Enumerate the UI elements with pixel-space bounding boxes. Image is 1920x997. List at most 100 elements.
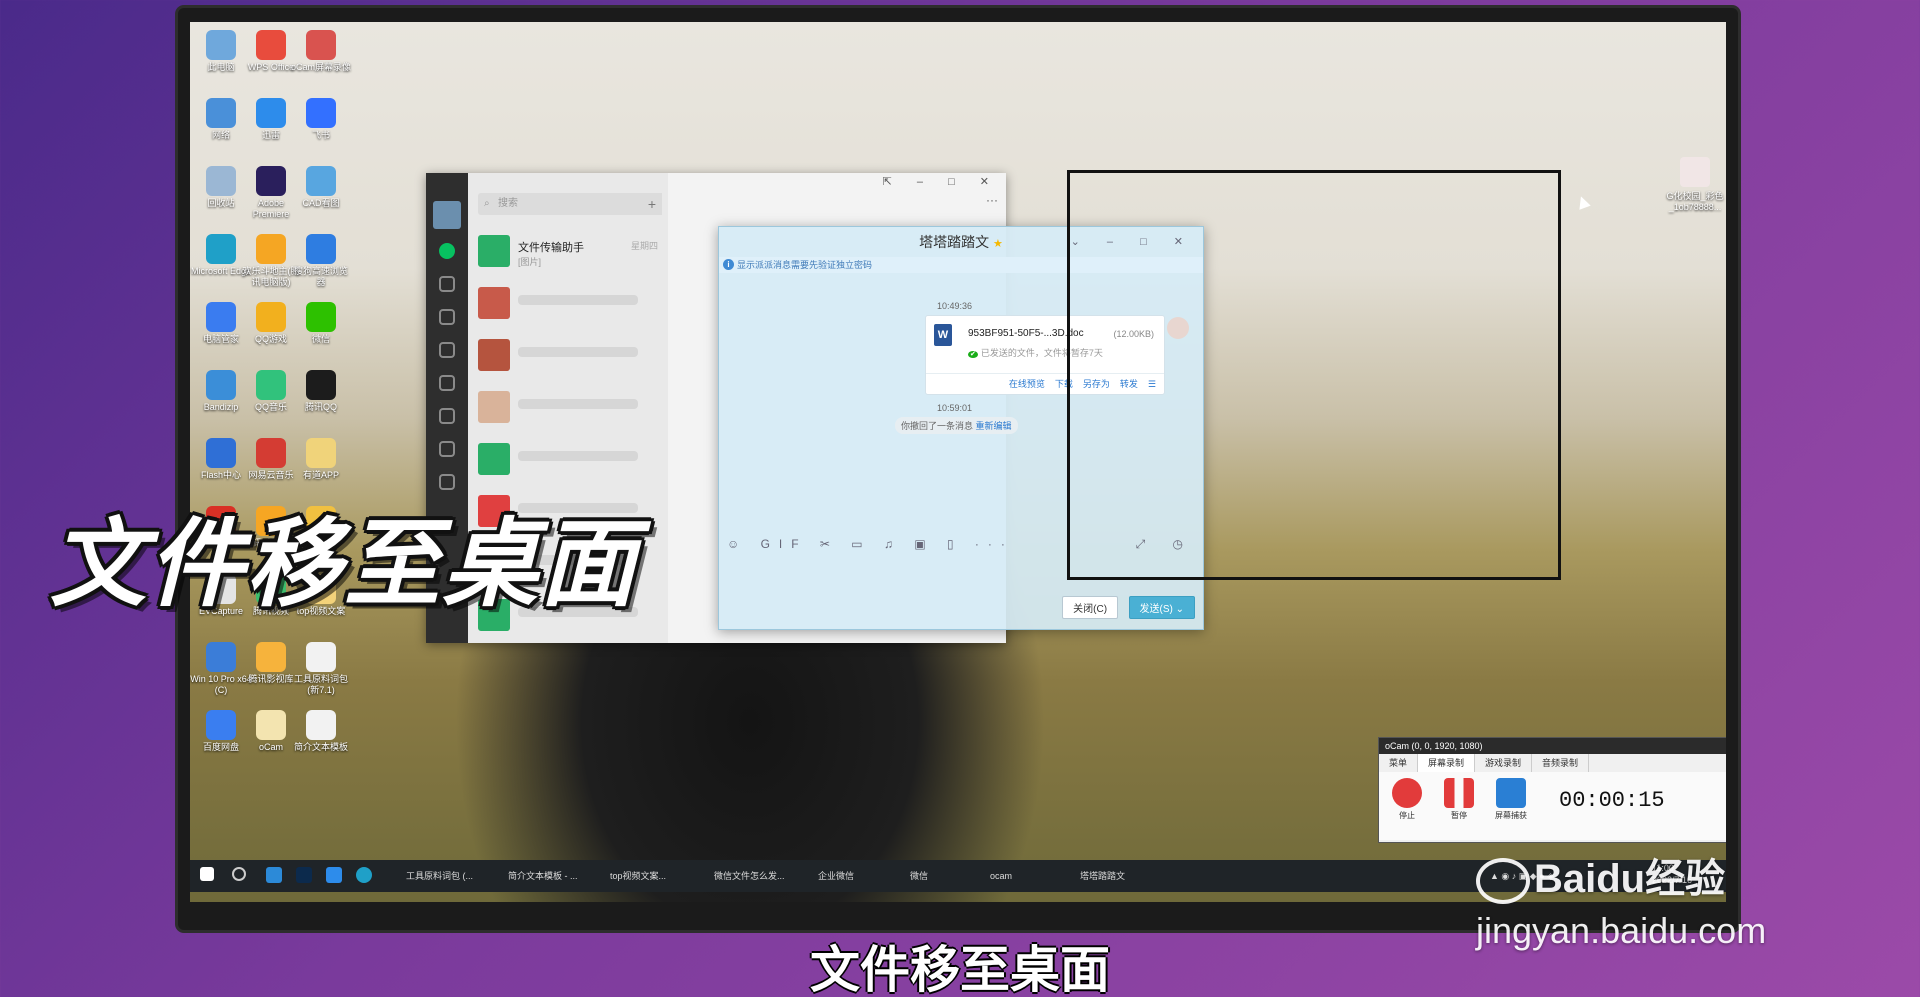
edge-icon[interactable]: [356, 867, 372, 883]
desktop-icon[interactable]: oCam屏幕录像: [290, 30, 352, 73]
mini-program-icon[interactable]: [439, 408, 455, 424]
app-icon: [306, 166, 336, 196]
send-button[interactable]: 发送(S) ⌄: [1128, 596, 1195, 619]
stop-button[interactable]: 停止: [1387, 778, 1427, 821]
avatar[interactable]: [433, 201, 461, 229]
overlay-title: 文件移至桌面: [50, 508, 638, 620]
chat-title: 塔塔踏踏文: [919, 234, 990, 250]
taskbar-app-item[interactable]: ocam: [990, 866, 1012, 886]
desktop-icon-label: 百度网盘: [202, 742, 239, 752]
chat-icon[interactable]: [439, 243, 455, 259]
recall-text: 你撤回了一条消息: [901, 421, 974, 431]
desktop-icon-label: 简介文本模板: [293, 742, 348, 752]
search-icon[interactable]: [232, 867, 246, 881]
desktop-screen: 此电脑 WPS Office oCam屏幕录像 网络 迅雷 飞书 回收站 Adobe Prem…: [190, 22, 1726, 902]
file-action-link[interactable]: 在线预览: [1009, 379, 1045, 389]
ocam-tab[interactable]: 屏幕录制: [1418, 754, 1476, 772]
desktop-icon[interactable]: CAD看图: [290, 166, 352, 209]
watermark-brand-text: Baidu经验: [1534, 857, 1726, 901]
photoshop-icon[interactable]: [296, 867, 312, 883]
chat-preview: [图片]: [518, 257, 542, 267]
chat-time: 星期四: [630, 241, 658, 251]
moments-icon[interactable]: [439, 375, 455, 391]
taskbar-app-item[interactable]: 工具原料词包 (...: [406, 866, 473, 886]
app-icon: [306, 642, 336, 672]
desktop-icon[interactable]: 飞书: [290, 98, 352, 141]
blurred-chat-name: [518, 451, 638, 461]
search-input[interactable]: 搜索: [478, 193, 658, 215]
window-controls[interactable]: ⇱ – □ ✕: [883, 175, 1000, 188]
ocam-tab[interactable]: 音频录制: [1532, 754, 1590, 772]
taskbar-app-item[interactable]: top视频文案...: [610, 866, 666, 886]
pause-button[interactable]: 暂停: [1439, 778, 1479, 821]
desktop-icon[interactable]: 搜狗高速浏览器: [290, 234, 352, 288]
taskbar-app-item[interactable]: 微信: [910, 866, 928, 886]
recording-region-frame[interactable]: [1067, 170, 1561, 580]
desktop-icon-grid: 此电脑 WPS Office oCam屏幕录像 网络 迅雷 飞书 回收站 Adobe Prem…: [190, 22, 390, 842]
desktop-icon-label: 腾讯影视库: [248, 674, 294, 684]
task-view-icon[interactable]: [266, 867, 282, 883]
pause-label: 暂停: [1451, 811, 1467, 820]
chat-list-item[interactable]: [468, 381, 668, 433]
baidu-paw-icon: [1476, 858, 1530, 905]
desktop-icon-right[interactable]: G化校园_彩色_1ob78888...: [1660, 157, 1726, 212]
chat-list-item[interactable]: [468, 329, 668, 381]
app-icon: [206, 234, 236, 264]
re-edit-link[interactable]: 重新编辑: [976, 421, 1012, 431]
pause-icon: [1444, 778, 1474, 808]
desktop-icon[interactable]: 微信: [290, 302, 352, 345]
recording-time: 00:00:15: [1559, 788, 1665, 813]
avatar: [478, 339, 510, 371]
watermark-url: jingyan.baidu.com: [1476, 910, 1767, 951]
avatar: [478, 443, 510, 475]
close-button[interactable]: 关闭(C): [1062, 596, 1119, 619]
desktop-icon[interactable]: 腾讯QQ: [290, 370, 352, 413]
app-icon: [256, 438, 286, 468]
ocam-tabs: 菜单 屏幕录制 游戏录制 音频录制: [1379, 754, 1726, 772]
taskbar-app-item[interactable]: 简介文本模板 - ...: [508, 866, 578, 886]
folder-icon[interactable]: [439, 342, 455, 358]
capture-button[interactable]: 屏幕捕获: [1491, 778, 1531, 821]
app-icon: [256, 302, 286, 332]
ocam-tab[interactable]: 菜单: [1379, 754, 1419, 772]
more-icon[interactable]: ···: [986, 193, 998, 207]
app-icon: [206, 370, 236, 400]
thunder-icon[interactable]: [326, 867, 342, 883]
desktop-icon-label: Adobe Premiere: [252, 198, 290, 219]
taskbar-app-item[interactable]: 塔塔踏踏文: [1080, 866, 1125, 886]
desktop-icon[interactable]: 有道APP: [290, 438, 352, 481]
monitor-icon: [1496, 778, 1526, 808]
desktop-icon[interactable]: 工具原料词包(新7.1): [290, 642, 352, 696]
desktop-icon-label: 网易云音乐: [248, 470, 294, 480]
desktop-icon-label: 迅雷: [261, 130, 280, 140]
ocam-tab[interactable]: 游戏录制: [1475, 754, 1533, 772]
app-icon: [206, 30, 236, 60]
capture-label: 屏幕捕获: [1495, 811, 1527, 820]
chat-list-item[interactable]: [468, 433, 668, 485]
word-doc-icon: W: [934, 324, 952, 346]
taskbar-app-item[interactable]: 企业微信: [818, 866, 854, 886]
windows-start-icon[interactable]: [200, 867, 214, 881]
app-icon: [206, 710, 236, 740]
desktop-icon-label: 电脑管家: [202, 334, 239, 344]
app-icon: [206, 438, 236, 468]
ocam-body: 停止 暂停 屏幕捕获 00:00:15: [1379, 772, 1726, 840]
blurred-chat-name: [518, 347, 638, 357]
blurred-chat-name: [518, 399, 638, 409]
gear-icon[interactable]: [439, 441, 455, 457]
input-toolbar[interactable]: ☺ GIF ✂ ▭ ♫ ▣ ▯ ···: [727, 537, 1014, 551]
add-button[interactable]: +: [642, 193, 662, 215]
message-time: 10:59:01: [937, 403, 973, 413]
chat-list-item[interactable]: [468, 277, 668, 329]
desktop-icon[interactable]: 简介文本模板: [290, 710, 352, 753]
taskbar-app-item[interactable]: 微信文件怎么发...: [714, 866, 785, 886]
app-icon: [306, 710, 336, 740]
desktop-icon-label: 有道APP: [302, 470, 339, 480]
contacts-icon[interactable]: [439, 276, 455, 292]
chat-list-item[interactable]: 文件传输助手 [图片] 星期四: [468, 225, 668, 277]
desktop-icon-label: 腾讯QQ: [304, 402, 337, 412]
app-icon: [306, 438, 336, 468]
chat-name: 文件传输助手: [518, 242, 584, 254]
watermark-brand: Baidu经验: [1476, 846, 1726, 905]
favorites-icon[interactable]: [439, 309, 455, 325]
